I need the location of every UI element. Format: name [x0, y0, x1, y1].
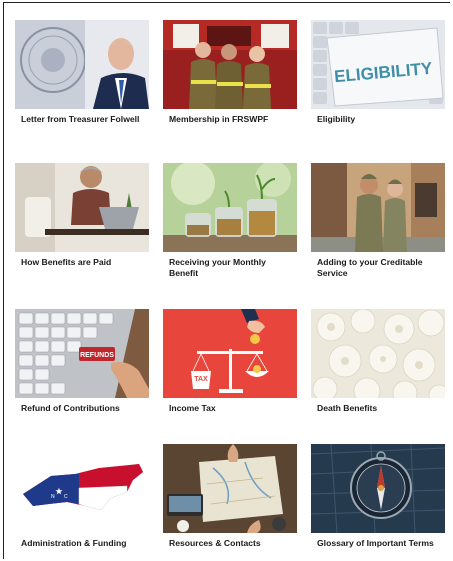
card-label: Administration & Funding: [21, 538, 127, 548]
card-label: Eligibility: [317, 114, 356, 124]
card-refund-of-contributions[interactable]: REFUNDS Refund of Contributions: [15, 309, 149, 414]
card-adding-creditable-service[interactable]: Adding to your Creditable Service: [311, 163, 445, 278]
firefighters-photo-icon: [163, 20, 297, 109]
card-eligibility[interactable]: ELIGIBILITY Eligibility: [311, 20, 445, 125]
card-label: Death Benefits: [317, 403, 378, 413]
nc-flag-map-icon: ★ N C: [15, 444, 149, 533]
card-label: Receiving your Monthly Benefit: [169, 257, 266, 278]
card-membership[interactable]: Membership in FRSWPF: [163, 20, 297, 125]
map-desk-photo-icon: [163, 444, 297, 533]
card-label: How Benefits are Paid: [21, 257, 112, 267]
card-label: Letter from Treasurer Folwell: [21, 114, 140, 124]
treasurer-photo-icon: [15, 20, 149, 109]
card-how-benefits-are-paid[interactable]: How Benefits are Paid: [15, 163, 149, 268]
tax-image-text: TAX: [194, 376, 208, 383]
coin-jars-photo-icon: [163, 163, 297, 252]
card-death-benefits[interactable]: Death Benefits: [311, 309, 445, 414]
card-label: Income Tax: [169, 403, 216, 413]
card-letter-from-treasurer[interactable]: Letter from Treasurer Folwell: [15, 20, 149, 125]
card-resources-contacts[interactable]: Resources & Contacts: [163, 444, 297, 549]
refunds-image-text: REFUNDS: [80, 352, 114, 359]
card-glossary[interactable]: Glossary of Important Terms: [311, 444, 445, 549]
card-label: Membership in FRSWPF: [169, 114, 269, 124]
svg-text:★: ★: [55, 487, 63, 496]
card-label: Resources & Contacts: [169, 538, 261, 548]
white-flowers-photo-icon: [311, 309, 445, 398]
card-receiving-monthly-benefit[interactable]: Receiving your Monthly Benefit: [163, 163, 297, 278]
eligibility-keyboard-photo-icon: ELIGIBILITY: [311, 20, 445, 109]
svg-text:C: C: [64, 494, 68, 500]
man-at-laptop-photo-icon: [15, 163, 149, 252]
card-label: Refund of Contributions: [21, 403, 120, 413]
tax-scale-illustration-icon: TAX: [163, 309, 297, 398]
soldiers-photo-icon: [311, 163, 445, 252]
card-administration-funding[interactable]: ★ N C Administration & Funding: [15, 444, 149, 549]
svg-text:N: N: [51, 494, 55, 500]
card-income-tax[interactable]: TAX Income Tax: [163, 309, 297, 414]
refunds-keyboard-photo-icon: REFUNDS: [15, 309, 149, 398]
card-label: Glossary of Important Terms: [317, 538, 434, 548]
card-label: Adding to your Creditable Service: [317, 257, 423, 278]
compass-photo-icon: [311, 444, 445, 533]
